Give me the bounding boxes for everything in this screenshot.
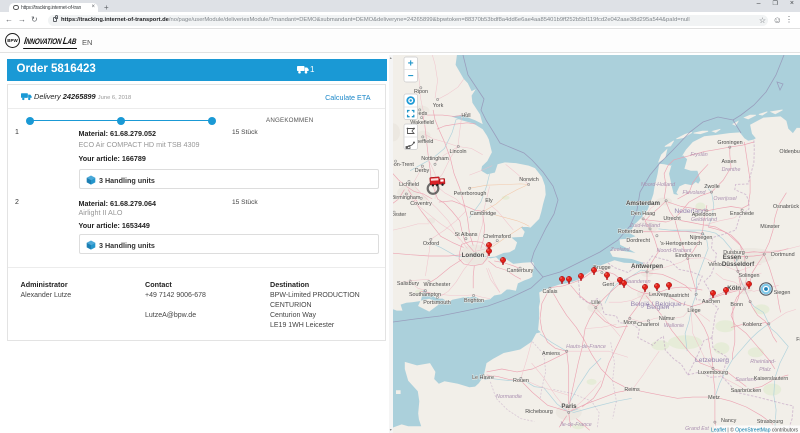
svg-text:Ely: Ely xyxy=(485,198,493,204)
svg-text:Wallonie: Wallonie xyxy=(664,323,684,329)
svg-text:Richebourg: Richebourg xyxy=(525,409,553,415)
svg-text:Zwolle: Zwolle xyxy=(704,184,720,190)
svg-text:Groningen: Groningen xyxy=(717,140,742,146)
svg-text:Normandie: Normandie xyxy=(496,394,522,400)
svg-text:Bonn: Bonn xyxy=(730,302,743,308)
svg-text:Assen: Assen xyxy=(722,159,737,165)
svg-text:Mons: Mons xyxy=(623,320,636,326)
svg-text:Rouen: Rouen xyxy=(513,378,529,384)
svg-text:Chelmsford: Chelmsford xyxy=(483,234,511,240)
svg-text:Gent: Gent xyxy=(602,282,614,288)
svg-text:Fryslân: Fryslân xyxy=(690,152,707,158)
svg-text:Lichfield: Lichfield xyxy=(399,182,419,188)
svg-text:−: − xyxy=(408,71,414,82)
svg-text:Liège: Liège xyxy=(687,308,700,314)
svg-text:Aachen: Aachen xyxy=(702,299,720,305)
svg-text:Essen: Essen xyxy=(723,254,741,261)
svg-text:Belgien: Belgien xyxy=(647,304,670,311)
svg-text:Brighton: Brighton xyxy=(464,298,484,304)
svg-text:Nottingham: Nottingham xyxy=(421,156,449,162)
svg-text:London: London xyxy=(462,252,485,259)
svg-text:Münster: Münster xyxy=(760,224,780,230)
svg-text:Vlaanderen: Vlaanderen xyxy=(623,279,650,285)
svg-text:Nijmegen: Nijmegen xyxy=(690,235,713,241)
svg-text:Metz: Metz xyxy=(708,395,720,401)
svg-text:Namur: Namur xyxy=(659,316,675,322)
svg-text:Utrecht: Utrecht xyxy=(663,216,681,222)
svg-text:'s-Hertogenbosch: 's-Hertogenbosch xyxy=(660,241,702,247)
svg-text:Noord-Holland: Noord-Holland xyxy=(641,182,676,188)
svg-text:Portsmouth: Portsmouth xyxy=(423,300,451,306)
svg-text:Letzebuerg: Letzebuerg xyxy=(695,357,729,364)
svg-text:Frankfurt: Frankfurt xyxy=(796,337,800,343)
svg-text:Dortmund: Dortmund xyxy=(771,252,795,258)
svg-text:Antwerpen: Antwerpen xyxy=(631,263,663,270)
svg-text:Peterborough: Peterborough xyxy=(454,191,487,197)
svg-text:Salisbury: Salisbury xyxy=(397,281,419,287)
svg-text:Charleroi: Charleroi xyxy=(637,322,659,328)
svg-text:Den Haag: Den Haag xyxy=(631,211,655,217)
svg-text:Saarbrücken: Saarbrücken xyxy=(731,388,762,394)
svg-text:Hull: Hull xyxy=(461,113,470,119)
svg-text:Dordrecht: Dordrecht xyxy=(626,238,650,244)
svg-text:York: York xyxy=(433,103,444,109)
svg-text:Enschede: Enschede xyxy=(730,211,754,217)
svg-text:Luxembourg: Luxembourg xyxy=(698,370,728,376)
svg-text:Grand Est: Grand Est xyxy=(685,426,709,432)
svg-text:Le Havre: Le Havre xyxy=(472,375,494,381)
svg-text:Rheinland-: Rheinland- xyxy=(750,359,776,365)
svg-text:Eindhoven: Eindhoven xyxy=(675,253,700,259)
svg-text:Calais: Calais xyxy=(543,289,558,295)
svg-text:Winchester: Winchester xyxy=(424,282,451,288)
svg-text:Pfalz: Pfalz xyxy=(759,367,771,373)
svg-text:Amiens: Amiens xyxy=(542,351,560,357)
svg-text:St Albans: St Albans xyxy=(455,232,478,238)
svg-text:Venlo: Venlo xyxy=(708,262,722,268)
svg-text:Hauts-de-France: Hauts-de-France xyxy=(566,344,606,350)
svg-text:Canterbury: Canterbury xyxy=(507,268,534,274)
svg-text:Worcester: Worcester xyxy=(393,212,406,218)
svg-text:Köln: Köln xyxy=(727,285,741,292)
svg-text:Paris: Paris xyxy=(561,403,577,410)
svg-text:Osnabrück: Osnabrück xyxy=(773,204,799,210)
svg-text:Zeeland: Zeeland xyxy=(609,247,630,253)
svg-text:Koblenz: Koblenz xyxy=(743,322,763,328)
svg-text:Apeldoorn: Apeldoorn xyxy=(692,212,717,218)
svg-text:Norwich: Norwich xyxy=(519,177,538,183)
svg-text:Coventry: Coventry xyxy=(410,201,432,207)
svg-text:Flevoland: Flevoland xyxy=(683,190,707,196)
svg-text:Stoke-on-Trent: Stoke-on-Trent xyxy=(393,162,414,168)
svg-text:+: + xyxy=(408,58,414,69)
svg-text:Strasbourg: Strasbourg xyxy=(757,419,783,425)
svg-text:Leaflet | © OpenStreetMap cont: Leaflet | © OpenStreetMap contributors xyxy=(711,427,798,433)
svg-text:Solingen: Solingen xyxy=(739,273,760,279)
svg-text:Île-de-France: Île-de-France xyxy=(560,421,592,428)
svg-text:Oldenburg: Oldenburg xyxy=(779,149,800,155)
svg-text:Maastricht: Maastricht xyxy=(664,293,689,299)
svg-text:Siegen: Siegen xyxy=(774,290,791,296)
svg-text:Cambridge: Cambridge xyxy=(470,211,496,217)
svg-text:Nancy: Nancy xyxy=(721,418,737,424)
svg-text:Amsterdam: Amsterdam xyxy=(626,200,661,207)
svg-text:Düsseldorf: Düsseldorf xyxy=(722,261,755,268)
svg-text:Kaiserslautern: Kaiserslautern xyxy=(754,376,788,382)
svg-text:Lille: Lille xyxy=(591,300,601,306)
svg-text:Derby: Derby xyxy=(415,168,430,174)
svg-text:Drenthe: Drenthe xyxy=(722,167,741,173)
svg-text:Reims: Reims xyxy=(624,387,640,393)
svg-text:Overijssel: Overijssel xyxy=(713,196,737,202)
svg-text:Lincoln: Lincoln xyxy=(449,149,466,155)
svg-text:Rotterdam: Rotterdam xyxy=(618,229,644,235)
svg-text:Oxford: Oxford xyxy=(423,241,439,247)
